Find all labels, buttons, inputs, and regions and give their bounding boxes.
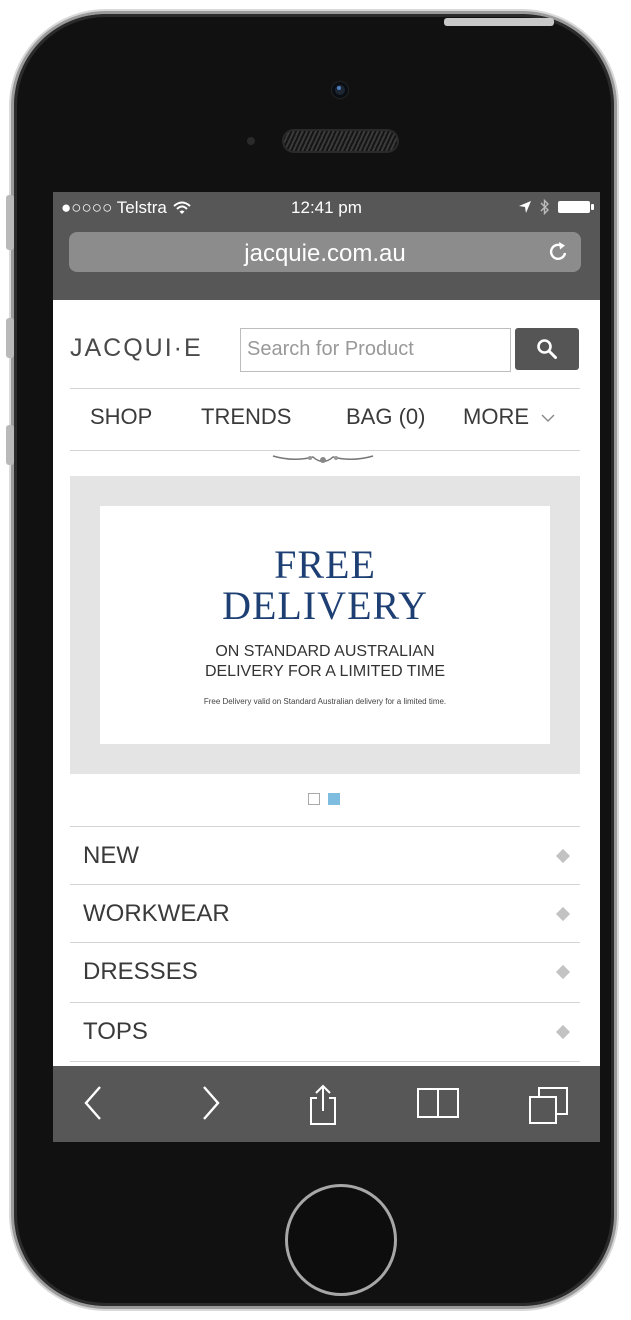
carousel-pager <box>308 793 340 805</box>
nav-more-label: MORE <box>463 404 529 429</box>
url-text: jacquie.com.au <box>244 240 406 267</box>
proximity-sensor <box>247 137 255 145</box>
diamond-icon <box>555 964 571 980</box>
volume-down-button <box>6 425 14 465</box>
promo-subtitle: ON STANDARD AUSTRALIAN DELIVERY FOR A LI… <box>100 642 550 682</box>
category-label: WORKWEAR <box>83 900 230 927</box>
page-content: JACQUI·E Search for Product SHOP TRENDS … <box>53 300 600 1066</box>
category-workwear[interactable]: WORKWEAR <box>70 884 580 943</box>
earpiece-speaker <box>284 131 397 151</box>
diamond-icon <box>555 906 571 922</box>
category-dresses[interactable]: DRESSES <box>70 942 580 1001</box>
promo-title: FREE DELIVERY <box>100 544 550 626</box>
search-input[interactable]: Search for Product <box>240 328 511 372</box>
nav-trends[interactable]: TRENDS <box>201 404 291 430</box>
search-icon <box>537 339 557 359</box>
status-icons <box>518 199 594 215</box>
promo-subtitle-line1: ON STANDARD AUSTRALIAN <box>215 643 435 660</box>
promo-subtitle-line2: DELIVERY FOR A LIMITED TIME <box>204 663 446 680</box>
category-label: TOPS <box>83 1018 148 1045</box>
location-arrow-icon <box>519 201 531 213</box>
share-icon[interactable] <box>305 1084 341 1126</box>
address-bar[interactable]: jacquie.com.au <box>69 232 581 272</box>
promo-banner[interactable]: FREE DELIVERY ON STANDARD AUSTRALIAN DEL… <box>70 476 580 774</box>
category-new[interactable]: NEW <box>70 826 580 885</box>
bluetooth-icon <box>540 199 549 215</box>
tabs-icon[interactable] <box>527 1084 571 1126</box>
category-tops[interactable]: TOPS <box>70 1002 580 1062</box>
promo-fine-print: Free Delivery valid on Standard Australi… <box>203 697 447 706</box>
home-button[interactable] <box>285 1184 397 1296</box>
pager-dot-2[interactable] <box>328 793 340 805</box>
category-label: DRESSES <box>83 958 198 985</box>
search-button[interactable] <box>515 328 579 370</box>
promo-card: FREE DELIVERY ON STANDARD AUSTRALIAN DEL… <box>100 506 550 744</box>
divider <box>70 388 580 389</box>
nav-shop[interactable]: SHOP <box>90 404 152 430</box>
status-bar: ●○○○○ Telstra 12:41 pm <box>53 192 600 224</box>
nav-bag[interactable]: BAG (0) <box>346 404 425 430</box>
divider <box>70 450 580 451</box>
browser-chrome: jacquie.com.au <box>53 224 600 300</box>
bookmarks-icon[interactable] <box>415 1084 461 1122</box>
chevron-down-icon <box>541 414 555 423</box>
ornament-icon <box>272 455 374 463</box>
promo-title-line2: DELIVERY <box>222 583 428 628</box>
power-button <box>444 18 554 26</box>
battery-icon <box>558 201 594 213</box>
site-logo[interactable]: JACQUI·E <box>70 334 203 363</box>
diamond-icon <box>555 848 571 864</box>
mute-switch <box>6 195 14 250</box>
pager-dot-1[interactable] <box>308 793 320 805</box>
screen: ●○○○○ Telstra 12:41 pm jacquie.com.au JA… <box>53 192 600 1142</box>
nav-more[interactable]: MORE <box>463 404 555 430</box>
browser-toolbar <box>53 1066 600 1142</box>
back-icon[interactable] <box>81 1084 105 1122</box>
front-camera <box>332 82 348 98</box>
forward-icon[interactable] <box>199 1084 223 1122</box>
main-nav: SHOP TRENDS BAG (0) MORE <box>70 404 580 440</box>
diamond-icon <box>555 1024 571 1040</box>
volume-up-button <box>6 318 14 358</box>
category-label: NEW <box>83 842 139 869</box>
reload-icon[interactable] <box>547 240 571 264</box>
promo-title-line1: FREE <box>274 542 376 587</box>
